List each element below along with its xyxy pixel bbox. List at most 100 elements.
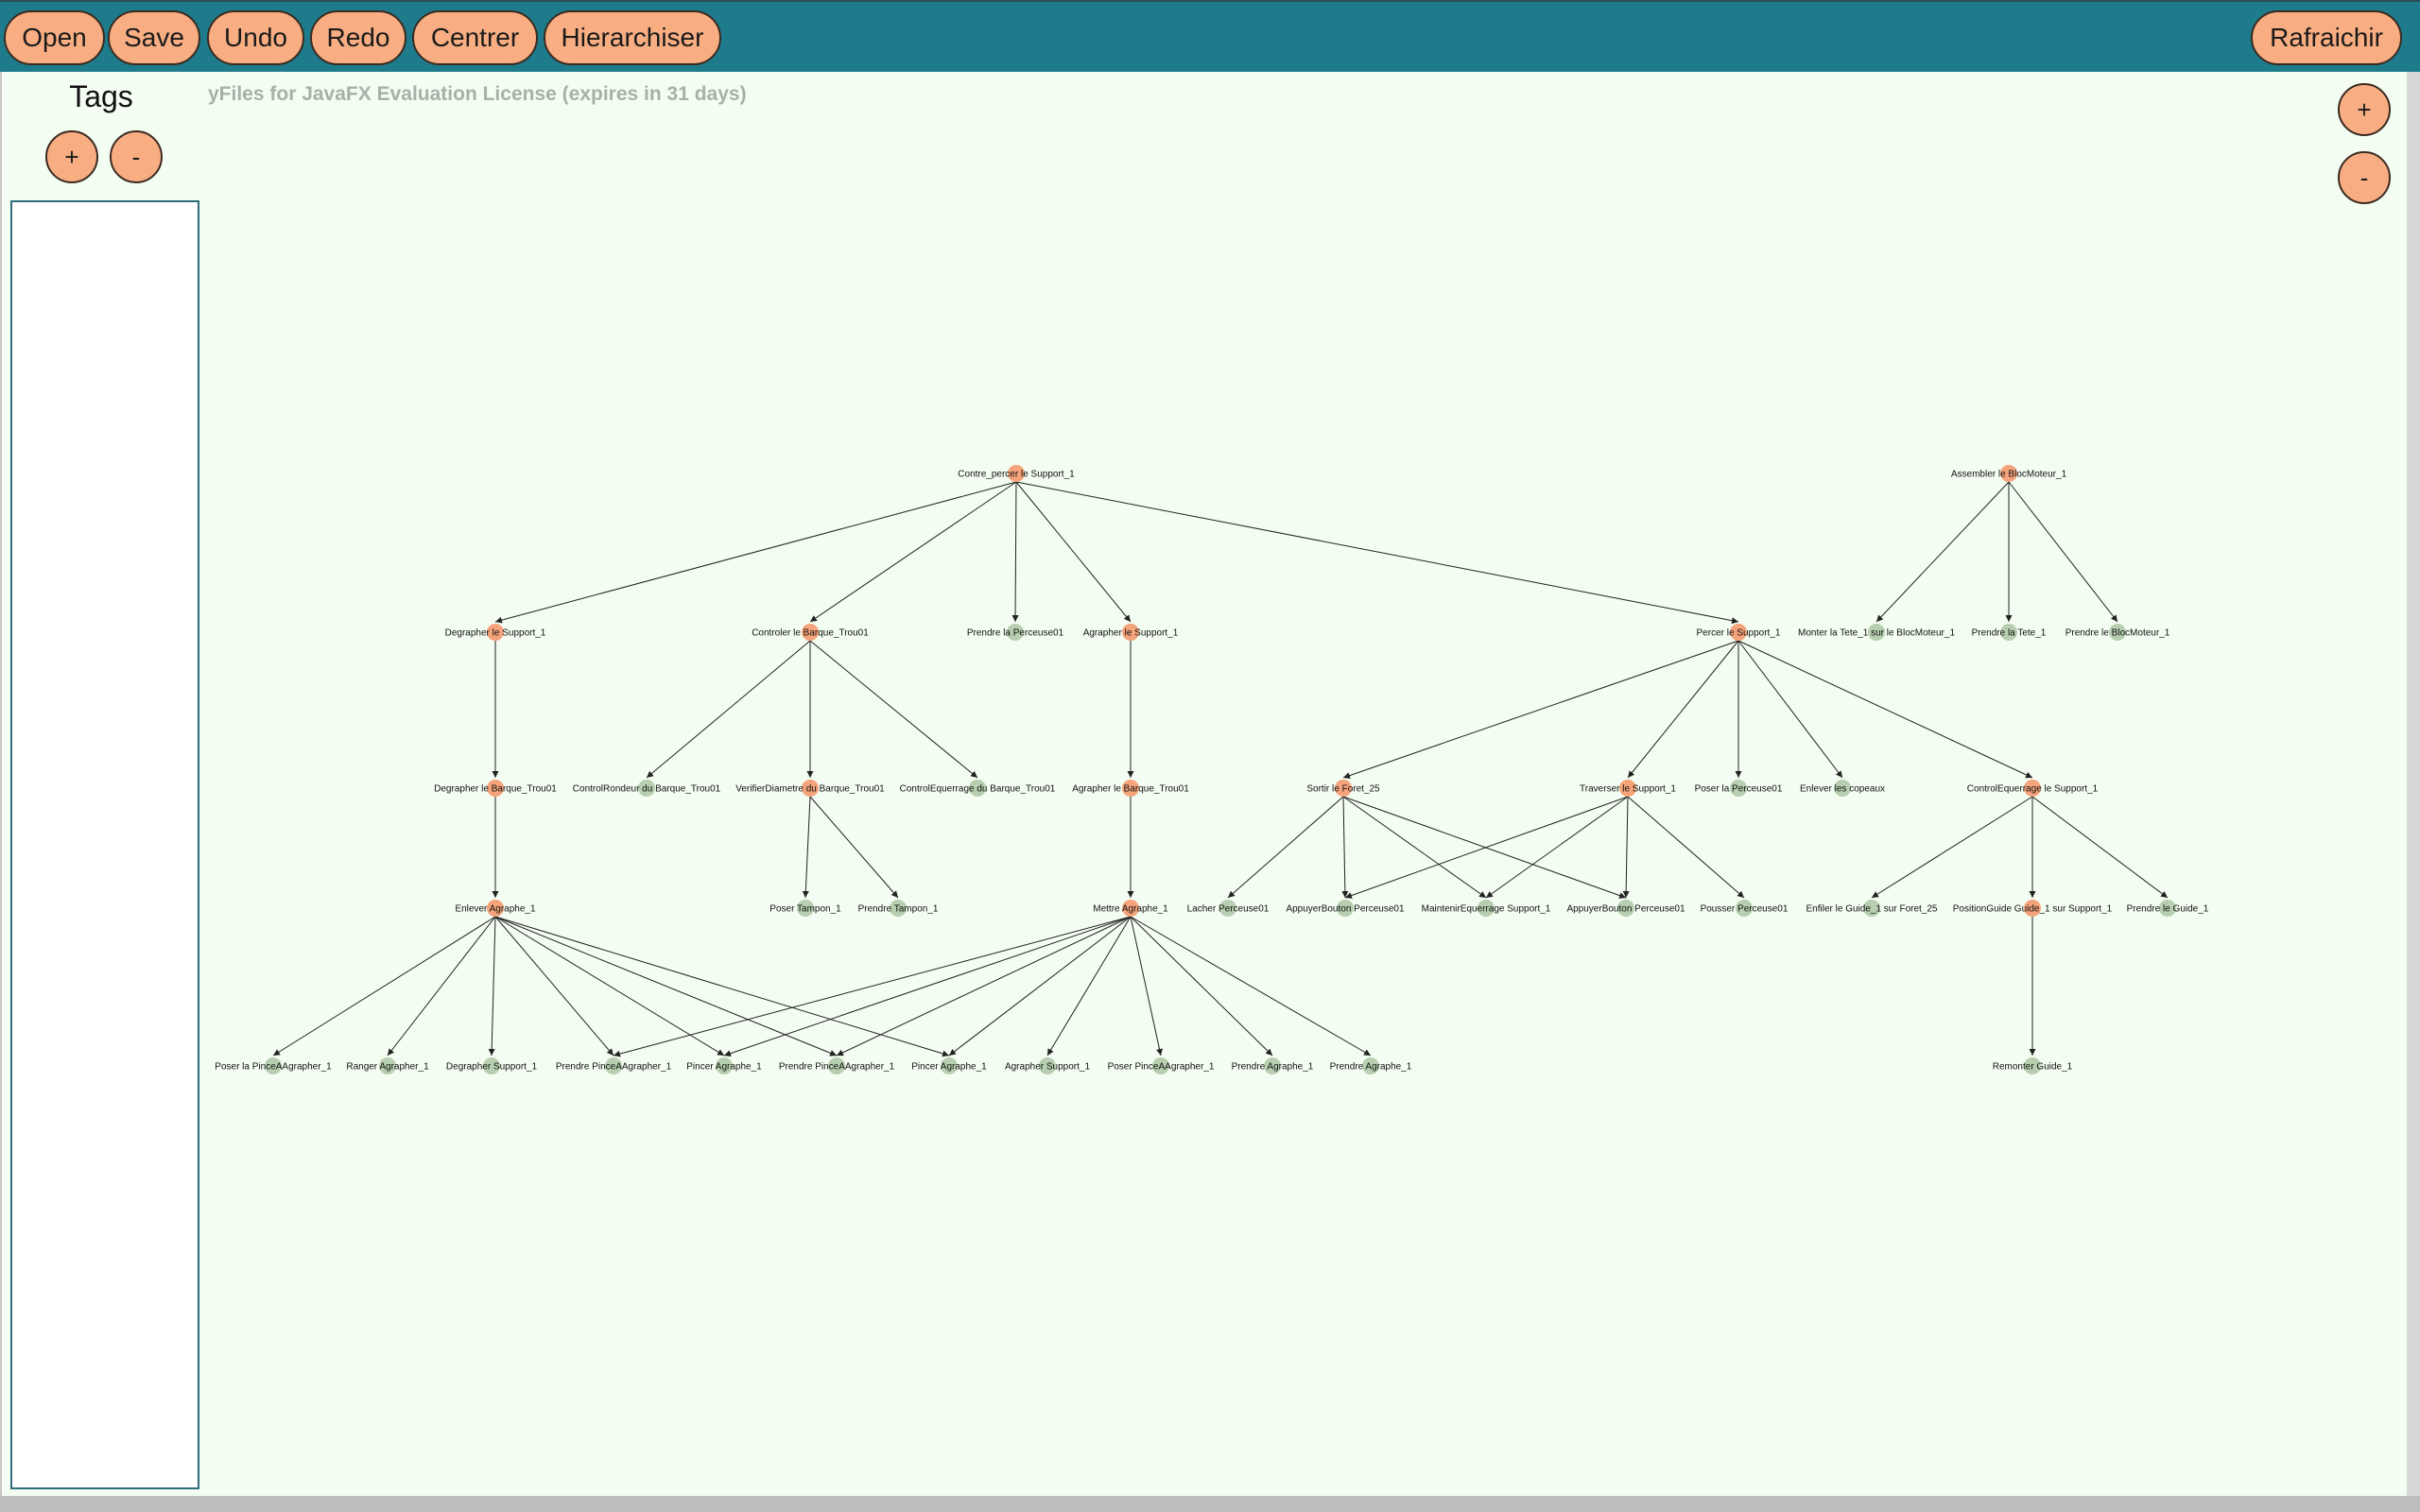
graph-node[interactable]: AppuyerBouton Perceuse01	[1566, 900, 1685, 917]
edge-n21-n33[interactable]	[272, 916, 496, 1057]
edge-n21-n34[interactable]	[387, 916, 496, 1057]
hierarchiser-button[interactable]: Hierarchiser	[544, 10, 721, 65]
graph-node[interactable]: ControlEquerrage le Support_1	[1967, 780, 2099, 797]
graph-node[interactable]: Degrapher le Support_1	[445, 624, 546, 641]
edge-n13-n23[interactable]	[809, 796, 899, 899]
edge-n24-n39[interactable]	[948, 916, 1132, 1057]
graph-node[interactable]: Pousser Perceuse01	[1701, 900, 1789, 917]
zoom-out-button[interactable]: -	[2338, 151, 2391, 204]
graph-node[interactable]: Prendre Tampon_1	[858, 900, 939, 917]
graph-node[interactable]: Enfiler le Guide_1 sur Foret_25	[1806, 900, 1938, 917]
edge-n7-n20[interactable]	[1737, 640, 2033, 779]
edge-n17-n28[interactable]	[1622, 796, 1630, 899]
graph-node[interactable]: VerifierDiametre du Barque_Trou01	[735, 780, 885, 797]
remove-tag-button[interactable]: -	[110, 130, 163, 183]
graph-node[interactable]: Ranger Agrapher_1	[346, 1057, 429, 1074]
graph-node[interactable]: Poser la PinceAAgrapher_1	[215, 1057, 332, 1074]
edge-n24-n37[interactable]	[723, 916, 1132, 1057]
toolbar: Open Save Undo Redo Centrer Hierarchiser…	[0, 0, 2420, 72]
save-button[interactable]: Save	[108, 10, 200, 65]
graph-node[interactable]: Controler le Barque_Trou01	[752, 624, 869, 641]
edge-n17-n26[interactable]	[1344, 796, 1629, 899]
graph-node[interactable]: ControlRondeur du Barque_Trou01	[573, 780, 721, 797]
graph-node[interactable]: Assembler le BlocMoteur_1	[1951, 465, 2067, 482]
edge-n16-n28[interactable]	[1342, 796, 1627, 899]
edge-n17-n29[interactable]	[1627, 796, 1745, 899]
edge-n1-n5[interactable]	[1011, 481, 1019, 623]
graph-node[interactable]: Poser la Perceuse01	[1695, 780, 1783, 797]
graph-node[interactable]: Enlever les copeaux	[1800, 780, 1885, 797]
graph-node[interactable]: Degrapher le Barque_Trou01	[434, 780, 557, 797]
graph-node[interactable]: MaintenirEquerrage Support_1	[1422, 900, 1551, 917]
graph-node[interactable]: Prendre le BlocMoteur_1	[2066, 624, 2170, 641]
edge-n21-n36[interactable]	[494, 916, 614, 1057]
graph-node[interactable]: AppuyerBouton Perceuse01	[1286, 900, 1405, 917]
graph-canvas[interactable]: yFiles for JavaFX Evaluation License (ex…	[200, 72, 2407, 1496]
graph-node[interactable]: Enlever Agraphe_1	[455, 900, 536, 917]
edge-n13-n22[interactable]	[802, 796, 811, 899]
graph-node[interactable]: Prendre Agraphe_1	[1232, 1057, 1314, 1074]
node-label: ControlEquerrage du Barque_Trou01	[900, 784, 1056, 795]
edge-n7-n17[interactable]	[1627, 640, 1739, 779]
graph-node[interactable]: Pincer Agraphe_1	[686, 1057, 762, 1074]
edge-n7-n16[interactable]	[1342, 640, 1739, 780]
edge-n16-n25[interactable]	[1227, 796, 1344, 899]
edge-n2-n8[interactable]	[1876, 481, 2010, 623]
add-tag-button[interactable]: +	[45, 130, 98, 183]
graph-node[interactable]: Prendre Agraphe_1	[1330, 1057, 1412, 1074]
edge-n1-n3[interactable]	[494, 481, 1017, 624]
graph-node[interactable]: Agrapher le Barque_Trou01	[1072, 780, 1189, 797]
edge-n4-n14[interactable]	[809, 640, 978, 779]
edge-n24-n40[interactable]	[1046, 916, 1132, 1057]
graph-node[interactable]: Lacher Perceuse01	[1187, 900, 1270, 917]
edge-n1-n6[interactable]	[1015, 481, 1132, 623]
edge-n16-n27[interactable]	[1342, 796, 1487, 899]
redo-button[interactable]: Redo	[310, 10, 406, 65]
graph-view[interactable]: Contre_percer le Support_1 Assembler le B…	[200, 72, 2407, 1496]
edge-n20-n30[interactable]	[1871, 796, 2033, 899]
centrer-button[interactable]: Centrer	[412, 10, 538, 65]
node-label: AppuyerBouton Perceuse01	[1566, 904, 1685, 915]
node-label: Pousser Perceuse01	[1701, 904, 1789, 915]
open-button[interactable]: Open	[4, 10, 105, 65]
graph-node[interactable]: Agrapher le Support_1	[1083, 624, 1179, 641]
graph-node[interactable]: Pincer Agraphe_1	[911, 1057, 987, 1074]
graph-node[interactable]: Poser Tampon_1	[769, 900, 841, 917]
graph-node[interactable]: Contre_percer le Support_1	[958, 465, 1075, 482]
edge-n16-n26[interactable]	[1341, 796, 1349, 899]
graph-node[interactable]: Prendre PinceAAgrapher_1	[556, 1057, 672, 1074]
graph-node[interactable]: Prendre la Tete_1	[1972, 624, 2047, 641]
graph-node[interactable]: Mettre Agraphe_1	[1093, 900, 1168, 917]
graph-node[interactable]: Sortir le Foret_25	[1306, 780, 1380, 797]
graph-node[interactable]: Monter la Tete_1 sur le BlocMoteur_1	[1798, 624, 1955, 641]
edge-n24-n38[interactable]	[836, 916, 1132, 1057]
graph-node[interactable]: Prendre PinceAAgrapher_1	[779, 1057, 895, 1074]
edge-n1-n7[interactable]	[1015, 481, 1739, 625]
tags-list[interactable]	[10, 200, 199, 1489]
graph-node[interactable]: Agrapher Support_1	[1005, 1057, 1091, 1074]
node-label: Sortir le Foret_25	[1306, 784, 1380, 795]
graph-node[interactable]: ControlEquerrage du Barque_Trou01	[900, 780, 1056, 797]
edge-n17-n27[interactable]	[1485, 796, 1629, 899]
edge-n21-n35[interactable]	[488, 916, 496, 1057]
edge-n20-n32[interactable]	[2031, 796, 2169, 899]
graph-node[interactable]: Poser PinceAAgrapher_1	[1108, 1057, 1215, 1074]
graph-node[interactable]: Prendre le Guide_1	[2127, 900, 2209, 917]
rafraichir-button[interactable]: Rafraichir	[2251, 10, 2402, 65]
graph-node[interactable]: Traverser le Support_1	[1580, 780, 1676, 797]
edge-n4-n12[interactable]	[646, 640, 811, 779]
tags-panel: Tags + -	[2, 72, 200, 1496]
edge-n7-n19[interactable]	[1737, 640, 1843, 779]
graph-node[interactable]: Degrapher Support_1	[446, 1057, 538, 1074]
graph-node[interactable]: PositionGuide Guide_1 sur Support_1	[1953, 900, 2113, 917]
edge-n24-n36[interactable]	[613, 916, 1132, 1057]
zoom-in-button[interactable]: +	[2338, 83, 2391, 136]
edge-n24-n41[interactable]	[1130, 916, 1163, 1057]
graph-node[interactable]: Prendre la Perceuse01	[967, 624, 1064, 641]
node-label: AppuyerBouton Perceuse01	[1286, 904, 1405, 915]
undo-button[interactable]: Undo	[207, 10, 304, 65]
edge-n1-n4[interactable]	[809, 481, 1017, 623]
graph-node[interactable]: Remonter Guide_1	[1993, 1057, 2073, 1074]
edge-n2-n10[interactable]	[2008, 481, 2118, 623]
graph-node[interactable]: Percer le Support_1	[1697, 624, 1781, 641]
